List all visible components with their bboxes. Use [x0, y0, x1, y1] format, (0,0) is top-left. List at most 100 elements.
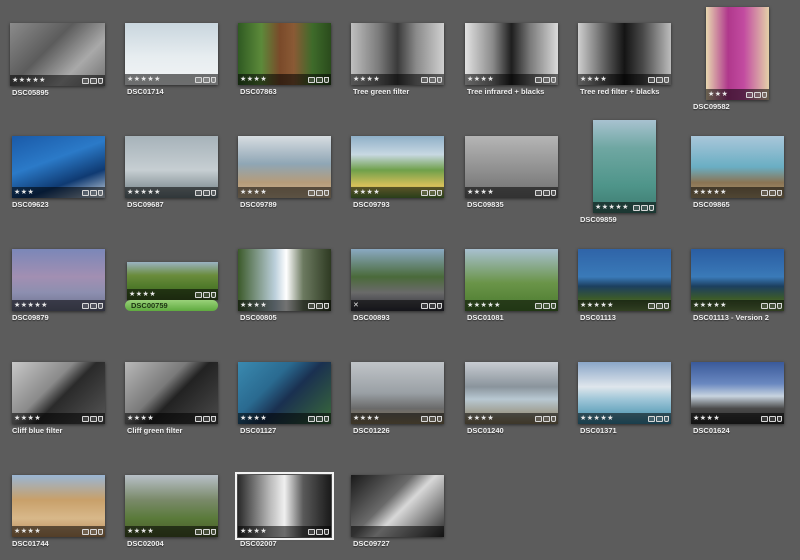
- star-rating[interactable]: ★★★★★: [693, 187, 727, 198]
- star-rating[interactable]: ★★★★: [240, 413, 267, 424]
- star-rating[interactable]: ★★★★★: [14, 300, 48, 311]
- photo-caption: DSC01744: [12, 539, 49, 548]
- metadata-icon: [543, 302, 550, 309]
- thumbnail-badges: [82, 302, 103, 309]
- photo-thumbnail[interactable]: ★★★★: [12, 362, 105, 424]
- photo-caption: DSC01371: [580, 426, 617, 435]
- star-rating[interactable]: ★★★★: [467, 74, 494, 85]
- adjustments-icon: [82, 189, 89, 196]
- star-rating[interactable]: ★★★★: [353, 413, 380, 424]
- photo-thumbnail[interactable]: [351, 475, 444, 537]
- photo-thumbnail[interactable]: ★★★★: [351, 136, 444, 198]
- star-rating[interactable]: ★★★★: [467, 413, 494, 424]
- metadata-icon: [641, 204, 648, 211]
- photo-caption-editing[interactable]: DSC00759: [125, 300, 218, 311]
- adjustments-icon: [421, 302, 428, 309]
- photo-caption: DSC02004: [127, 539, 164, 548]
- photo-thumbnail[interactable]: ★★★★: [235, 472, 334, 540]
- photo-thumbnail[interactable]: ★★★★★: [578, 249, 671, 311]
- thumbnail-info-bar: ★★★★★: [691, 187, 784, 198]
- thumbnail-info-bar: ★★★★: [125, 526, 218, 537]
- star-rating[interactable]: ★★★★: [240, 300, 267, 311]
- photo-thumbnail[interactable]: ★★★: [706, 7, 769, 100]
- thumbnail-info-bar: ★★★★★: [125, 187, 218, 198]
- adjustments-icon: [195, 76, 202, 83]
- thumbnail-info-bar: ★★★★: [465, 187, 558, 198]
- star-rating[interactable]: ★★★★: [127, 526, 154, 537]
- photo-thumbnail[interactable]: ★★★★: [465, 136, 558, 198]
- trash-icon: [649, 204, 654, 211]
- metadata-icon: [203, 528, 210, 535]
- photo-thumbnail[interactable]: ★★★★: [238, 362, 331, 424]
- star-rating[interactable]: ★★★★★: [127, 187, 161, 198]
- thumbnail-badges: [82, 415, 103, 422]
- photo-caption: DSC09582: [693, 102, 730, 111]
- photo-caption: DSC00805: [240, 313, 277, 322]
- photo-thumbnail[interactable]: ★★★★★: [125, 136, 218, 198]
- photo-thumbnail[interactable]: ★★★★: [691, 362, 784, 424]
- photo-thumbnail[interactable]: ★★★★★: [125, 23, 218, 85]
- star-rating[interactable]: ★★★★★: [127, 74, 161, 85]
- star-rating[interactable]: ★★★★: [129, 289, 156, 300]
- photo-thumbnail[interactable]: ★★★★: [465, 362, 558, 424]
- star-rating[interactable]: ★★★: [14, 187, 34, 198]
- photo-browser-grid: ★★★★★ DSC05895 ★★★★★ DSC01714 ★★★★ DSC07863 ★★…: [0, 0, 800, 560]
- star-rating[interactable]: ★★★★★: [467, 300, 501, 311]
- trash-icon: [437, 302, 442, 309]
- thumbnail-badges: [195, 291, 216, 298]
- star-rating[interactable]: ★★★★: [693, 413, 720, 424]
- star-rating[interactable]: ★★★★: [127, 413, 154, 424]
- photo-thumbnail[interactable]: ★★★★★: [691, 136, 784, 198]
- star-rating[interactable]: ★★★★: [353, 187, 380, 198]
- photo-thumbnail[interactable]: ★★★★: [578, 23, 671, 85]
- thumbnail-badges: [421, 415, 442, 422]
- thumbnail-info-bar: ★★★: [12, 187, 105, 198]
- photo-thumbnail[interactable]: ★★★★★: [12, 249, 105, 311]
- photo-thumbnail[interactable]: ★★★★: [125, 362, 218, 424]
- photo-cell[interactable]: [0, 0, 444, 537]
- photo-thumbnail[interactable]: ★★★★★: [465, 249, 558, 311]
- photo-thumbnail[interactable]: ★★★: [12, 136, 105, 198]
- photo-thumbnail[interactable]: ★★★★: [127, 262, 218, 300]
- star-rating[interactable]: ★★★★: [240, 526, 267, 537]
- star-rating[interactable]: ★★★: [708, 89, 728, 100]
- star-rating[interactable]: ★★★★: [353, 74, 380, 85]
- trash-icon: [211, 189, 216, 196]
- photo-thumbnail[interactable]: ★★★★★: [691, 249, 784, 311]
- trash-icon: [551, 189, 556, 196]
- trash-icon: [211, 415, 216, 422]
- star-rating[interactable]: ★★★★: [240, 187, 267, 198]
- thumbnail-badges: [761, 189, 782, 196]
- star-rating[interactable]: ★★★★★: [693, 300, 727, 311]
- photo-thumbnail[interactable]: ★★★★: [125, 475, 218, 537]
- star-rating[interactable]: ★★★★★: [580, 413, 614, 424]
- star-rating[interactable]: ★★★★: [240, 74, 267, 85]
- photo-thumbnail[interactable]: ★★★★★: [578, 362, 671, 424]
- trash-icon: [211, 291, 216, 298]
- photo-caption: Tree green filter: [353, 87, 410, 96]
- reject-flag[interactable]: ✕: [353, 300, 359, 311]
- photo-thumbnail[interactable]: ★★★★: [238, 23, 331, 85]
- star-rating[interactable]: ★★★★: [14, 526, 41, 537]
- star-rating[interactable]: ★★★★: [467, 187, 494, 198]
- thumbnail-badges: [82, 528, 103, 535]
- photo-thumbnail[interactable]: ★★★★: [238, 136, 331, 198]
- photo-thumbnail[interactable]: ★★★★: [465, 23, 558, 85]
- metadata-icon: [90, 189, 97, 196]
- trash-icon: [777, 415, 782, 422]
- thumbnail-info-bar: ★★★★: [578, 74, 671, 85]
- metadata-icon: [656, 76, 663, 83]
- star-rating[interactable]: ★★★★: [580, 74, 607, 85]
- thumbnail-info-bar: ★★★★: [351, 74, 444, 85]
- photo-thumbnail[interactable]: ★★★★★: [593, 120, 656, 213]
- star-rating[interactable]: ★★★★★: [580, 300, 614, 311]
- star-rating[interactable]: ★★★★: [14, 413, 41, 424]
- trash-icon: [664, 415, 669, 422]
- photo-thumbnail[interactable]: ✕: [351, 249, 444, 311]
- photo-thumbnail[interactable]: ★★★★: [12, 475, 105, 537]
- photo-thumbnail[interactable]: ★★★★: [238, 249, 331, 311]
- thumbnail-badges: [308, 415, 329, 422]
- photo-thumbnail[interactable]: ★★★★: [351, 23, 444, 85]
- photo-thumbnail[interactable]: ★★★★: [351, 362, 444, 424]
- star-rating[interactable]: ★★★★★: [595, 202, 629, 213]
